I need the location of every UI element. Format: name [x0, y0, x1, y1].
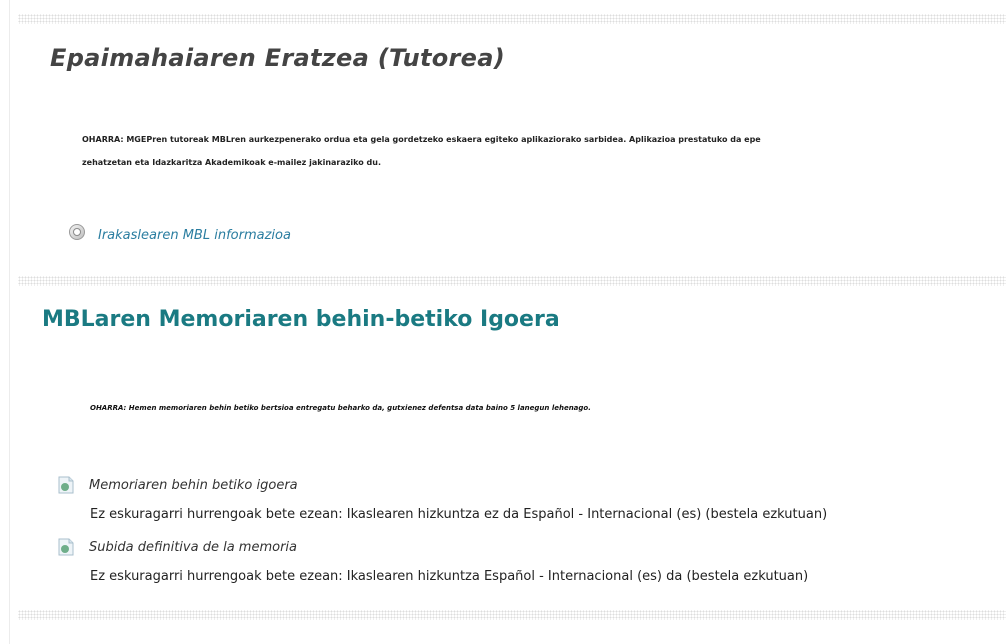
activity-restriction: Ez eskuragarri hurrengoak bete ezean: Ik…: [90, 507, 828, 522]
section-note-memory-upload: OHARRA: Hemen memoriaren behin betiko be…: [90, 404, 591, 412]
activity-memory-upload-eu[interactable]: Memoriaren behin betiko igoera: [58, 476, 298, 494]
section-title-jury: Epaimahaiaren Eratzea (Tutorea): [50, 44, 506, 72]
section-title-memory-upload: MBLaren Memoriaren behin-betiko Igoera: [42, 307, 560, 332]
activity-restriction: Ez eskuragarri hurrengoak bete ezean: Ik…: [90, 569, 809, 584]
left-border: [9, 0, 10, 644]
assignment-icon: [58, 476, 74, 494]
section-note-jury: OHARRA: MGEPren tutoreak MBLren aurkezpe…: [82, 135, 761, 144]
section-separator-middle: [18, 276, 1006, 286]
section-separator-top: [18, 14, 1006, 24]
assignment-icon: [58, 538, 74, 556]
page-icon: [68, 223, 86, 241]
activity-label[interactable]: Subida definitiva de la memoria: [89, 540, 297, 555]
activity-memory-upload-es[interactable]: Subida definitiva de la memoria: [58, 538, 297, 556]
teacher-mbl-info-link[interactable]: Irakaslearen MBL informazioa: [68, 223, 291, 244]
activity-label[interactable]: Memoriaren behin betiko igoera: [89, 478, 298, 493]
teacher-mbl-info-label[interactable]: Irakaslearen MBL informazioa: [98, 228, 291, 243]
section-separator-bottom: [18, 610, 1006, 620]
section-note-jury-line2: zehatzetan eta Idazkaritza Akademikoak e…: [82, 158, 382, 167]
